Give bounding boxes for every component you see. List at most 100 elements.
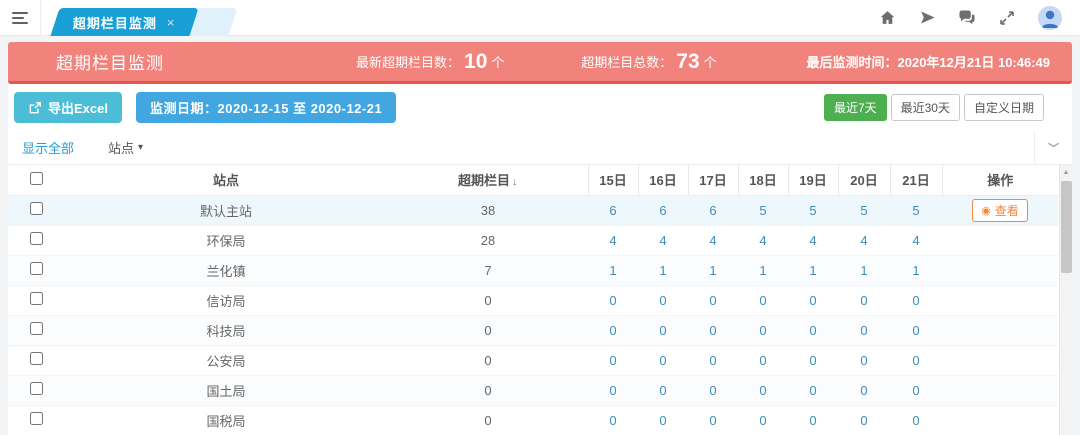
row-checkbox[interactable] [30,412,43,425]
day-count-link[interactable]: 0 [809,353,816,368]
user-avatar[interactable] [1038,6,1062,30]
day-count-link[interactable]: 4 [759,233,766,248]
day-count-link[interactable]: 0 [709,293,716,308]
day-count-link[interactable]: 0 [759,293,766,308]
day-count-link[interactable]: 0 [659,293,666,308]
row-checkbox-cell [8,195,64,225]
row-checkbox-cell [8,405,64,435]
day-count-link[interactable]: 0 [709,413,716,428]
comments-icon[interactable] [958,9,976,27]
expand-icon[interactable] [998,9,1016,27]
day-count-link[interactable]: 1 [609,263,616,278]
row-checkbox[interactable] [30,292,43,305]
day-count-link[interactable]: 0 [609,293,616,308]
day-count-link[interactable]: 4 [659,233,666,248]
row-checkbox[interactable] [30,322,43,335]
range-custom-button[interactable]: 自定义日期 [964,94,1044,121]
day-count-link[interactable]: 1 [912,263,919,278]
day-count-link[interactable]: 0 [609,413,616,428]
day-count-link[interactable]: 0 [912,413,919,428]
menu-icon[interactable] [0,0,40,36]
day-count-link[interactable]: 0 [659,413,666,428]
day-count-cell: 4 [738,225,788,255]
day-count-link[interactable]: 4 [912,233,919,248]
tab-overdue-monitor[interactable]: 超期栏目监测 × [50,8,198,36]
tab-close-icon[interactable]: × [167,14,176,29]
day-count-link[interactable]: 0 [809,323,816,338]
table-row: 兰化镇71111111 [8,255,1058,285]
day-count-cell: 0 [588,345,638,375]
site-dropdown[interactable]: 站点 ▾ [108,138,143,157]
row-checkbox[interactable] [30,232,43,245]
day-count-link[interactable]: 0 [709,353,716,368]
day-count-link[interactable]: 0 [860,293,867,308]
stat-total-overdue: 超期栏目总数： 73 个 [581,50,806,74]
day-count-link[interactable]: 4 [809,233,816,248]
day-count-link[interactable]: 1 [709,263,716,278]
range-7days-button[interactable]: 最近7天 [824,94,887,121]
day-count-link[interactable]: 0 [659,323,666,338]
day-count-link[interactable]: 0 [809,383,816,398]
col-overdue-count[interactable]: 超期栏目↓ [388,165,588,195]
day-count-link[interactable]: 5 [759,203,766,218]
day-count-link[interactable]: 0 [709,323,716,338]
day-count-link[interactable]: 0 [860,413,867,428]
table-row: 公安局00000000 [8,345,1058,375]
day-count-link[interactable]: 0 [809,293,816,308]
day-count-cell: 0 [838,405,890,435]
day-count-link[interactable]: 6 [659,203,666,218]
select-all-checkbox[interactable] [30,172,43,185]
scrollbar-thumb[interactable] [1061,181,1072,273]
day-count-link[interactable]: 0 [609,353,616,368]
day-count-link[interactable]: 1 [860,263,867,278]
day-count-link[interactable]: 0 [709,383,716,398]
table-header-row: 站点 超期栏目↓ 15日 16日 17日 18日 19日 20日 21日 操作 [8,165,1058,195]
day-count-link[interactable]: 0 [860,353,867,368]
stat-last-check-time: 最后监测时间： 2020年12月21日 10:46:49 [807,52,1051,71]
day-count-link[interactable]: 0 [759,413,766,428]
sort-desc-icon[interactable]: ↓ [512,176,518,188]
day-count-link[interactable]: 0 [912,293,919,308]
range-30days-button[interactable]: 最近30天 [891,94,960,121]
scroll-up-icon[interactable]: ▲ [1060,165,1072,179]
row-checkbox[interactable] [30,352,43,365]
row-checkbox[interactable] [30,202,43,215]
day-count-link[interactable]: 6 [609,203,616,218]
day-count-link[interactable]: 0 [912,323,919,338]
table-row: 国税局00000000 [8,405,1058,435]
day-count-link[interactable]: 4 [709,233,716,248]
day-count-link[interactable]: 5 [860,203,867,218]
day-count-link[interactable]: 0 [860,383,867,398]
day-count-link[interactable]: 0 [659,353,666,368]
day-count-cell: 0 [588,315,638,345]
day-count-link[interactable]: 0 [809,413,816,428]
collapse-toggle[interactable]: ﹀ [1034,131,1072,165]
day-count-link[interactable]: 4 [609,233,616,248]
day-count-link[interactable]: 1 [809,263,816,278]
row-checkbox[interactable] [30,262,43,275]
home-icon[interactable] [878,9,896,27]
day-count-link[interactable]: 0 [759,383,766,398]
day-count-link[interactable]: 4 [860,233,867,248]
day-count-link[interactable]: 0 [860,323,867,338]
show-all-link[interactable]: 显示全部 [22,138,74,157]
day-count-link[interactable]: 0 [912,353,919,368]
row-checkbox[interactable] [30,382,43,395]
day-count-link[interactable]: 5 [912,203,919,218]
day-count-link[interactable]: 1 [659,263,666,278]
day-count-link[interactable]: 0 [609,383,616,398]
day-count-link[interactable]: 1 [759,263,766,278]
export-excel-button[interactable]: 导出Excel [14,92,122,123]
day-count-link[interactable]: 6 [709,203,716,218]
paper-plane-icon[interactable] [918,9,936,27]
view-button[interactable]: ◉查看 [972,199,1028,222]
day-count-link[interactable]: 5 [809,203,816,218]
day-count-cell: 0 [788,285,838,315]
monitor-date-range-button[interactable]: 监测日期：2020-12-15 至 2020-12-21 [136,92,396,123]
day-count-link[interactable]: 0 [659,383,666,398]
day-count-link[interactable]: 0 [759,323,766,338]
day-count-link[interactable]: 0 [759,353,766,368]
vertical-scrollbar[interactable]: ▲ [1059,165,1072,435]
day-count-link[interactable]: 0 [912,383,919,398]
day-count-link[interactable]: 0 [609,323,616,338]
